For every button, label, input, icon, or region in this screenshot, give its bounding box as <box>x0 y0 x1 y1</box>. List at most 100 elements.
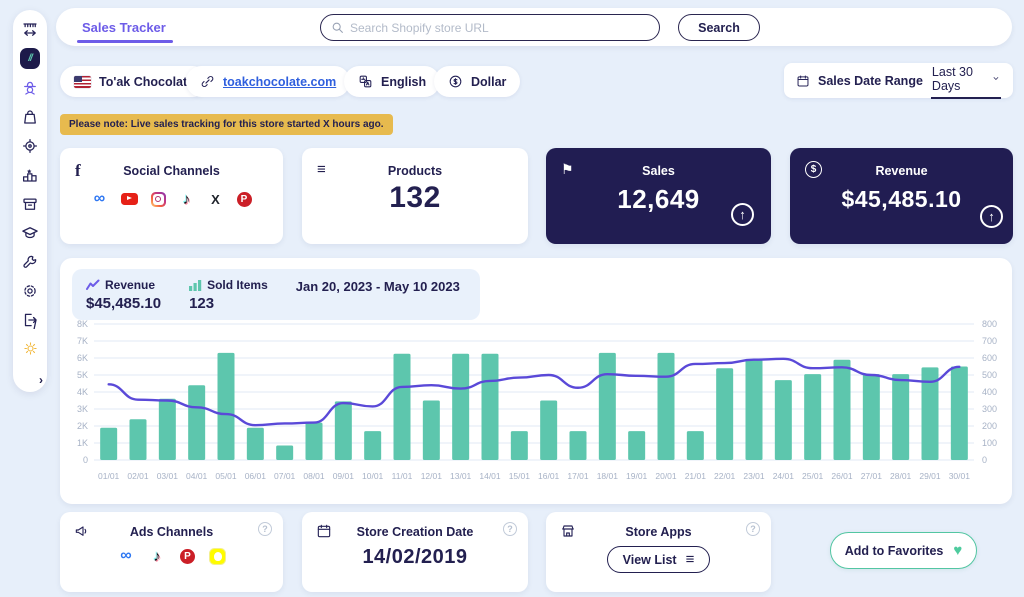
list-icon: ≡ <box>317 161 326 178</box>
sidebar: // › <box>13 10 47 392</box>
calendar-icon <box>316 523 332 539</box>
add-to-favorites-label: Add to Favorites <box>845 544 944 558</box>
sales-date-range: Sales Date Range Last 30 Days <box>784 63 1013 98</box>
svg-text:17/01: 17/01 <box>567 471 589 481</box>
svg-text:08/01: 08/01 <box>303 471 325 481</box>
svg-text:0: 0 <box>83 455 88 465</box>
x-icon[interactable]: X <box>208 191 224 207</box>
meta-icon[interactable]: ∞ <box>118 548 134 564</box>
svg-text:04/01: 04/01 <box>186 471 208 481</box>
svg-text:3K: 3K <box>77 404 88 414</box>
store-domain-chip: toakchocolate.com <box>186 66 350 97</box>
svg-text:16/01: 16/01 <box>538 471 560 481</box>
view-list-icon: ≡ <box>686 551 695 568</box>
store-apps-card: Store Apps ? View List ≡ <box>546 512 771 592</box>
svg-text:600: 600 <box>982 353 997 363</box>
archive-box-icon[interactable] <box>20 194 40 213</box>
social-channels-title: Social Channels <box>60 148 283 178</box>
youtube-icon[interactable] <box>121 193 138 205</box>
revenue-up-arrow-icon: ↑ <box>980 205 1003 228</box>
wrench-icon[interactable] <box>20 252 40 271</box>
svg-text:02/01: 02/01 <box>127 471 149 481</box>
facebook-icon: f <box>75 161 81 181</box>
search-input[interactable] <box>350 21 649 35</box>
sales-chart-card: Revenue $45,485.10 Sold Items 123 Jan 20… <box>60 258 1012 504</box>
chevron-right-icon[interactable]: › <box>39 373 43 387</box>
search-button[interactable]: Search <box>678 14 760 41</box>
svg-text:21/01: 21/01 <box>685 471 707 481</box>
ads-channels-card: Ads Channels ? ∞ ♪ P <box>60 512 283 592</box>
svg-text:26/01: 26/01 <box>831 471 853 481</box>
svg-text:29/01: 29/01 <box>919 471 941 481</box>
graduation-cap-icon[interactable] <box>20 223 40 242</box>
tiktok-icon[interactable]: ♪ <box>149 548 165 564</box>
sun-icon[interactable] <box>20 339 40 358</box>
sidebar-item-sales-tracker[interactable] <box>20 78 40 97</box>
meta-icon[interactable]: ∞ <box>92 191 108 207</box>
sales-up-arrow-icon: ↑ <box>731 203 754 226</box>
sold-items-bars-icon <box>189 279 202 291</box>
tab-sales-tracker[interactable]: Sales Tracker <box>82 8 166 46</box>
store-apps-title: Store Apps <box>546 512 771 539</box>
gear-icon[interactable] <box>20 281 40 300</box>
add-to-favorites-button[interactable]: Add to Favorites ♥ <box>830 532 977 569</box>
svg-text:15/01: 15/01 <box>509 471 531 481</box>
svg-text:20/01: 20/01 <box>655 471 677 481</box>
store-language: English <box>381 75 426 89</box>
svg-text:11/01: 11/01 <box>392 471 413 481</box>
megaphone-icon <box>74 523 90 539</box>
store-currency: Dollar <box>471 75 506 89</box>
date-range-select[interactable]: Last 30 Days <box>931 63 1001 99</box>
instagram-icon[interactable] <box>151 192 166 207</box>
svg-text:07/01: 07/01 <box>274 471 296 481</box>
svg-text:03/01: 03/01 <box>157 471 179 481</box>
date-range-label: Sales Date Range <box>818 74 923 88</box>
pinterest-icon[interactable]: P <box>180 549 195 564</box>
tiktok-icon[interactable]: ♪ <box>179 191 195 207</box>
creation-help-icon[interactable]: ? <box>503 522 517 536</box>
svg-text:1K: 1K <box>77 438 88 448</box>
chart-period: Jan 20, 2023 - May 10 2023 <box>296 279 460 294</box>
search-field[interactable] <box>320 14 660 41</box>
logout-icon[interactable] <box>20 310 40 329</box>
view-list-button[interactable]: View List ≡ <box>607 546 711 573</box>
svg-text:25/01: 25/01 <box>802 471 824 481</box>
shopping-bag-icon[interactable] <box>20 107 40 126</box>
svg-text:14/01: 14/01 <box>479 471 501 481</box>
svg-text:700: 700 <box>982 336 997 346</box>
ranking-icon[interactable] <box>20 165 40 184</box>
legend-sold-label: Sold Items <box>207 278 268 292</box>
svg-text:27/01: 27/01 <box>861 471 883 481</box>
target-icon[interactable] <box>20 136 40 155</box>
svg-text:22/01: 22/01 <box>714 471 736 481</box>
store-language-chip: English <box>344 66 440 97</box>
svg-text:2K: 2K <box>77 421 88 431</box>
legend-sold-items: Sold Items 123 <box>189 278 268 312</box>
view-list-label: View List <box>623 553 677 567</box>
store-currency-chip: Dollar <box>434 66 520 97</box>
apps-help-icon[interactable]: ? <box>746 522 760 536</box>
ads-channels-title: Ads Channels <box>60 512 283 539</box>
calendar-icon <box>796 74 810 88</box>
legend-revenue: Revenue $45,485.10 <box>86 278 161 312</box>
revenue-title: Revenue <box>790 148 1013 178</box>
sales-flag-icon: ⚑ <box>561 161 574 178</box>
svg-text:28/01: 28/01 <box>890 471 912 481</box>
svg-text:7K: 7K <box>77 336 88 346</box>
store-domain-link[interactable]: toakchocolate.com <box>223 75 336 89</box>
storefront-expand-icon[interactable] <box>20 20 40 39</box>
svg-text:06/01: 06/01 <box>245 471 267 481</box>
svg-text:10/01: 10/01 <box>362 471 384 481</box>
svg-text:8K: 8K <box>77 319 88 329</box>
svg-text:09/01: 09/01 <box>333 471 355 481</box>
pinterest-icon[interactable]: P <box>237 192 252 207</box>
svg-text:4K: 4K <box>77 387 88 397</box>
snapchat-icon[interactable] <box>210 549 225 564</box>
svg-text:12/01: 12/01 <box>421 471 443 481</box>
link-icon <box>200 74 215 89</box>
store-creation-date: 14/02/2019 <box>302 546 528 569</box>
ads-help-icon[interactable]: ? <box>258 522 272 536</box>
svg-text:18/01: 18/01 <box>597 471 619 481</box>
svg-text:500: 500 <box>982 370 997 380</box>
svg-text:05/01: 05/01 <box>215 471 237 481</box>
